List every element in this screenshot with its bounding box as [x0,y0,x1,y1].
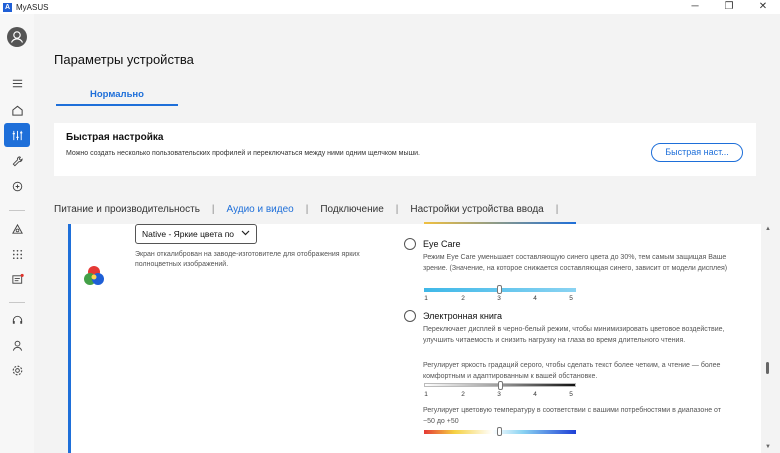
ebook-temperature-slider-thumb[interactable] [497,427,502,436]
user-icon [12,340,22,351]
sidebar-divider [9,210,25,211]
sidebar-item-link[interactable] [0,217,34,241]
customization-icon [12,130,22,140]
menu-icon [12,79,22,87]
eye-care-slider-ticks: 1 2 3 4 5 [424,295,573,302]
page-title: Параметры устройства [54,52,194,67]
gear-icon [12,365,22,375]
color-mode-icon [84,266,104,285]
tab-separator: | [555,203,559,215]
sidebar-item-tools[interactable] [0,149,34,173]
tab-separator: | [305,203,309,215]
sidebar-item-messages[interactable] [0,267,34,291]
tab-input-devices[interactable]: Настройки устройства ввода [410,204,543,215]
panel-accent-bar [68,224,71,453]
app-title: MyASUS [16,2,49,12]
eye-care-slider-thumb[interactable] [497,285,502,294]
sidebar [0,14,34,453]
sidebar-divider [9,302,25,303]
avatar[interactable] [7,27,27,47]
wrench-icon [12,155,23,166]
sidebar-item-apps[interactable] [0,242,34,266]
color-profile-select[interactable]: Native - Яркие цвета по [135,224,257,244]
scroll-down-icon[interactable]: ▼ [764,444,772,450]
message-icon [11,273,24,284]
eye-care-radio[interactable] [404,238,416,250]
sidebar-item-settings[interactable] [0,358,34,382]
tab-underline [56,104,178,106]
sidebar-item-home[interactable] [0,98,34,122]
tab-power[interactable]: Питание и производительность [54,204,200,215]
home-icon [11,105,23,116]
headset-icon [12,315,22,324]
tab-connectivity[interactable]: Подключение [320,204,383,215]
triangle-link-icon [11,223,23,234]
quick-settings-card: Быстрая настройка Можно создать нескольк… [54,123,756,176]
previous-slider-track [424,222,576,224]
apps-grid-icon [12,249,22,259]
ebook-radio[interactable] [404,310,416,322]
sync-icon [12,181,22,191]
avatar-icon [10,31,24,43]
tab-audio-video[interactable]: Аудио и видео [227,204,294,215]
eye-care-description: Режим Eye Care уменьшает составляющую си… [423,254,728,272]
close-button[interactable]: ✕ [746,0,780,14]
color-profile-value: Native - Яркие цвета по [142,229,235,239]
scrollbar[interactable] [764,224,772,453]
quick-settings-button[interactable]: Быстрая наст... [651,143,743,162]
quick-settings-description: Можно создать несколько пользовательских… [66,150,420,157]
color-profile-description: Экран откалиброван на заводе-изготовител… [135,251,360,268]
sidebar-item-customization[interactable] [4,123,30,147]
maximize-button[interactable]: ❐ [712,0,746,14]
sidebar-item-menu[interactable] [0,71,34,95]
ebook-gray-slider-thumb[interactable] [498,381,503,390]
ebook-title: Электронная книга [423,311,502,321]
chevron-down-icon [240,226,251,244]
scrollbar-thumb[interactable] [766,362,769,374]
window-controls: ─ ❐ ✕ [678,0,780,14]
sidebar-item-sync[interactable] [0,174,34,198]
sidebar-item-account[interactable] [0,333,34,357]
ebook-gray-slider-ticks: 1 2 3 4 5 [424,391,573,398]
quick-settings-title: Быстрая настройка [66,132,164,143]
ebook-description: Переключает дисплей в черно-белый режим,… [423,326,725,344]
sidebar-item-support[interactable] [0,308,34,332]
ebook-temperature-description: Регулирует цветовую температуру в соотве… [423,407,721,425]
category-tabs: Питание и производительность | Аудио и в… [54,202,570,216]
ebook-gray-description: Регулирует яркость градаций серого, чтоб… [423,362,721,380]
eye-care-title: Eye Care [423,239,461,249]
ebook-gray-slider[interactable] [424,381,576,390]
tab-separator: | [395,203,399,215]
scroll-up-icon[interactable]: ▲ [764,226,772,232]
eye-care-slider[interactable] [424,285,576,294]
ebook-temperature-slider[interactable] [424,427,576,436]
minimize-button[interactable]: ─ [678,0,712,14]
myasus-logo-icon: A [3,2,12,12]
tab-separator: | [211,203,215,215]
title-bar: A MyASUS ─ ❐ ✕ [0,0,780,14]
